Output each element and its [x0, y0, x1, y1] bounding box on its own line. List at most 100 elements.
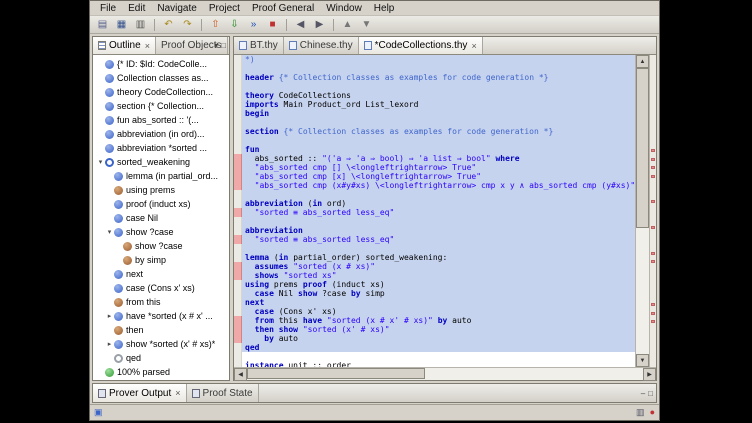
bottom-tab-prover-output[interactable]: Prover Output× — [93, 384, 187, 402]
chevron-right-icon[interactable]: ▸ — [105, 312, 114, 320]
outline-item-have-sorted-x-x[interactable]: ▸have *sorted (x # x' ... — [93, 309, 229, 323]
perspective-icon[interactable]: ▣ — [94, 408, 103, 417]
forward-history-icon: ▶ — [316, 20, 324, 30]
scroll-down-arrow-icon[interactable]: ▼ — [636, 354, 649, 367]
editor-tab-bt-thy[interactable]: BT.thy — [234, 37, 284, 54]
outline-item-lemma-in-partial-ord[interactable]: lemma (in partial_ord... — [93, 169, 229, 183]
chevron-down-icon[interactable]: ▾ — [96, 158, 105, 166]
outline-item-id-id-codecolle[interactable]: {* ID: $Id: CodeColle... — [93, 57, 229, 71]
menu-item-navigate[interactable]: Navigate — [151, 2, 202, 15]
overview-marker-icon[interactable] — [651, 200, 655, 203]
overview-marker-icon[interactable] — [651, 149, 655, 152]
overview-marker-icon[interactable] — [651, 158, 655, 161]
scrollbar-track[interactable] — [247, 368, 643, 380]
overview-marker-icon[interactable] — [651, 312, 655, 315]
code-line-text: header {* Collection classes as examples… — [242, 73, 635, 82]
undo-button[interactable]: ↶ — [160, 17, 177, 32]
editor-tab-codecollections-thy[interactable]: *CodeCollections.thy× — [359, 37, 483, 54]
outline-item-abbreviation-sorted[interactable]: abbreviation *sorted ... — [93, 141, 229, 155]
outline-item-qed[interactable]: qed — [93, 351, 229, 365]
tree-node-icon — [123, 242, 132, 251]
menu-item-help[interactable]: Help — [368, 2, 401, 15]
outline-item-from-this[interactable]: from this — [93, 295, 229, 309]
horizontal-scrollbar[interactable]: ◀ ▶ — [234, 367, 656, 380]
tree-node-label: 100% parsed — [117, 367, 170, 377]
proof-undo-button[interactable]: ⇧ — [207, 17, 224, 32]
outline-item-100-parsed[interactable]: 100% parsed — [93, 365, 229, 379]
editor-code-area[interactable]: *)header {* Collection classes as exampl… — [234, 55, 656, 367]
menu-item-project[interactable]: Project — [203, 2, 246, 15]
vertical-scrollbar[interactable]: ▲ ▼ — [635, 55, 649, 367]
code-lines: *)header {* Collection classes as exampl… — [234, 55, 635, 367]
prev-annotation-button[interactable]: ▲ — [339, 17, 356, 32]
overview-marker-icon[interactable] — [651, 166, 655, 169]
scroll-up-arrow-icon[interactable]: ▲ — [636, 55, 649, 68]
maximize-icon[interactable]: □ — [648, 389, 653, 398]
outline-item-section-collection[interactable]: section {* Collection... — [93, 99, 229, 113]
close-icon[interactable]: × — [144, 41, 150, 51]
close-icon[interactable]: × — [470, 41, 476, 51]
code-line-text — [242, 217, 635, 226]
annotation-marker — [234, 334, 242, 343]
forward-history-button[interactable]: ▶ — [311, 17, 328, 32]
outline-item-next[interactable]: next — [93, 267, 229, 281]
scroll-left-arrow-icon[interactable]: ◀ — [234, 368, 247, 381]
editor-tab-chinese-thy[interactable]: Chinese.thy — [284, 37, 359, 54]
scrollbar-thumb[interactable] — [247, 368, 425, 379]
proof-goto-button[interactable]: » — [245, 17, 262, 32]
redo-button[interactable]: ↷ — [179, 17, 196, 32]
outline-item-collection-classes-as[interactable]: Collection classes as... — [93, 71, 229, 85]
outline-item-abbreviation-in-ord[interactable]: abbreviation (in ord)... — [93, 127, 229, 141]
menu-item-file[interactable]: File — [94, 2, 122, 15]
scroll-right-arrow-icon[interactable]: ▶ — [643, 368, 656, 381]
print-button[interactable]: ▥ — [132, 17, 149, 32]
outline-item-proof-induct-xs[interactable]: proof (induct xs) — [93, 197, 229, 211]
maximize-icon[interactable]: □ — [221, 41, 226, 50]
save-button[interactable]: ▦ — [113, 17, 130, 32]
overview-marker-icon[interactable] — [651, 320, 655, 323]
overview-marker-icon[interactable] — [651, 260, 655, 263]
outline-item-case-nil[interactable]: case Nil — [93, 211, 229, 225]
bottom-tab-proof-state[interactable]: Proof State — [187, 384, 259, 402]
overview-marker-icon[interactable] — [651, 303, 655, 306]
code-token: from — [255, 316, 274, 325]
menu-item-proof-general[interactable]: Proof General — [246, 2, 320, 15]
outline-tab-outline[interactable]: Outline× — [93, 37, 156, 54]
view-menu-icon[interactable]: ▾ — [214, 41, 218, 50]
overview-marker-icon[interactable] — [651, 252, 655, 255]
outline-item-then[interactable]: then — [93, 323, 229, 337]
outline-item-show-case[interactable]: show ?case — [93, 239, 229, 253]
scrollbar-track[interactable] — [636, 68, 649, 354]
proof-interrupt-button[interactable]: ■ — [264, 17, 281, 32]
menu-item-window[interactable]: Window — [320, 2, 368, 15]
outline-item-show-sorted-x-xs[interactable]: ▸show *sorted (x' # xs)* — [93, 337, 229, 351]
gutter-cell — [234, 73, 242, 82]
chevron-down-icon[interactable]: ▾ — [105, 228, 114, 236]
outline-item-case-cons-x-xs[interactable]: case (Cons x' xs) — [93, 281, 229, 295]
progress-icon[interactable]: ● — [650, 408, 655, 417]
outline-tree: {* ID: $Id: CodeColle...Collection class… — [93, 55, 229, 380]
overview-marker-icon[interactable] — [651, 175, 655, 178]
outline-item-show-case[interactable]: ▾show ?case — [93, 225, 229, 239]
outline-item-sorted-weakening[interactable]: ▾sorted_weakening — [93, 155, 229, 169]
new-wizard-button[interactable]: ▤ — [94, 17, 111, 32]
back-history-button[interactable]: ◀ — [292, 17, 309, 32]
outline-item-using-prems[interactable]: using prems — [93, 183, 229, 197]
menu-item-edit[interactable]: Edit — [122, 2, 151, 15]
code-token: "abs_sorted cmp [] \<longleftrightarrow>… — [255, 163, 477, 172]
file-icon — [364, 41, 372, 50]
chevron-right-icon[interactable]: ▸ — [105, 340, 114, 348]
proof-next-button[interactable]: ⇩ — [226, 17, 243, 32]
minimize-icon[interactable]: – — [641, 389, 645, 398]
next-annotation-button[interactable]: ▼ — [358, 17, 375, 32]
close-icon[interactable]: × — [174, 388, 180, 398]
tasks-icon[interactable]: ▥ — [636, 408, 645, 417]
code-line-text — [242, 136, 635, 145]
scrollbar-thumb[interactable] — [636, 68, 649, 228]
outline-item-theory-codecollection[interactable]: theory CodeCollection... — [93, 85, 229, 99]
code-line-text: shows "sorted xs" — [242, 271, 635, 280]
code-token — [245, 172, 255, 181]
outline-item-by-simp[interactable]: by simp — [93, 253, 229, 267]
overview-marker-icon[interactable] — [651, 226, 655, 229]
outline-item-fun-abs-sorted[interactable]: fun abs_sorted :: '(... — [93, 113, 229, 127]
